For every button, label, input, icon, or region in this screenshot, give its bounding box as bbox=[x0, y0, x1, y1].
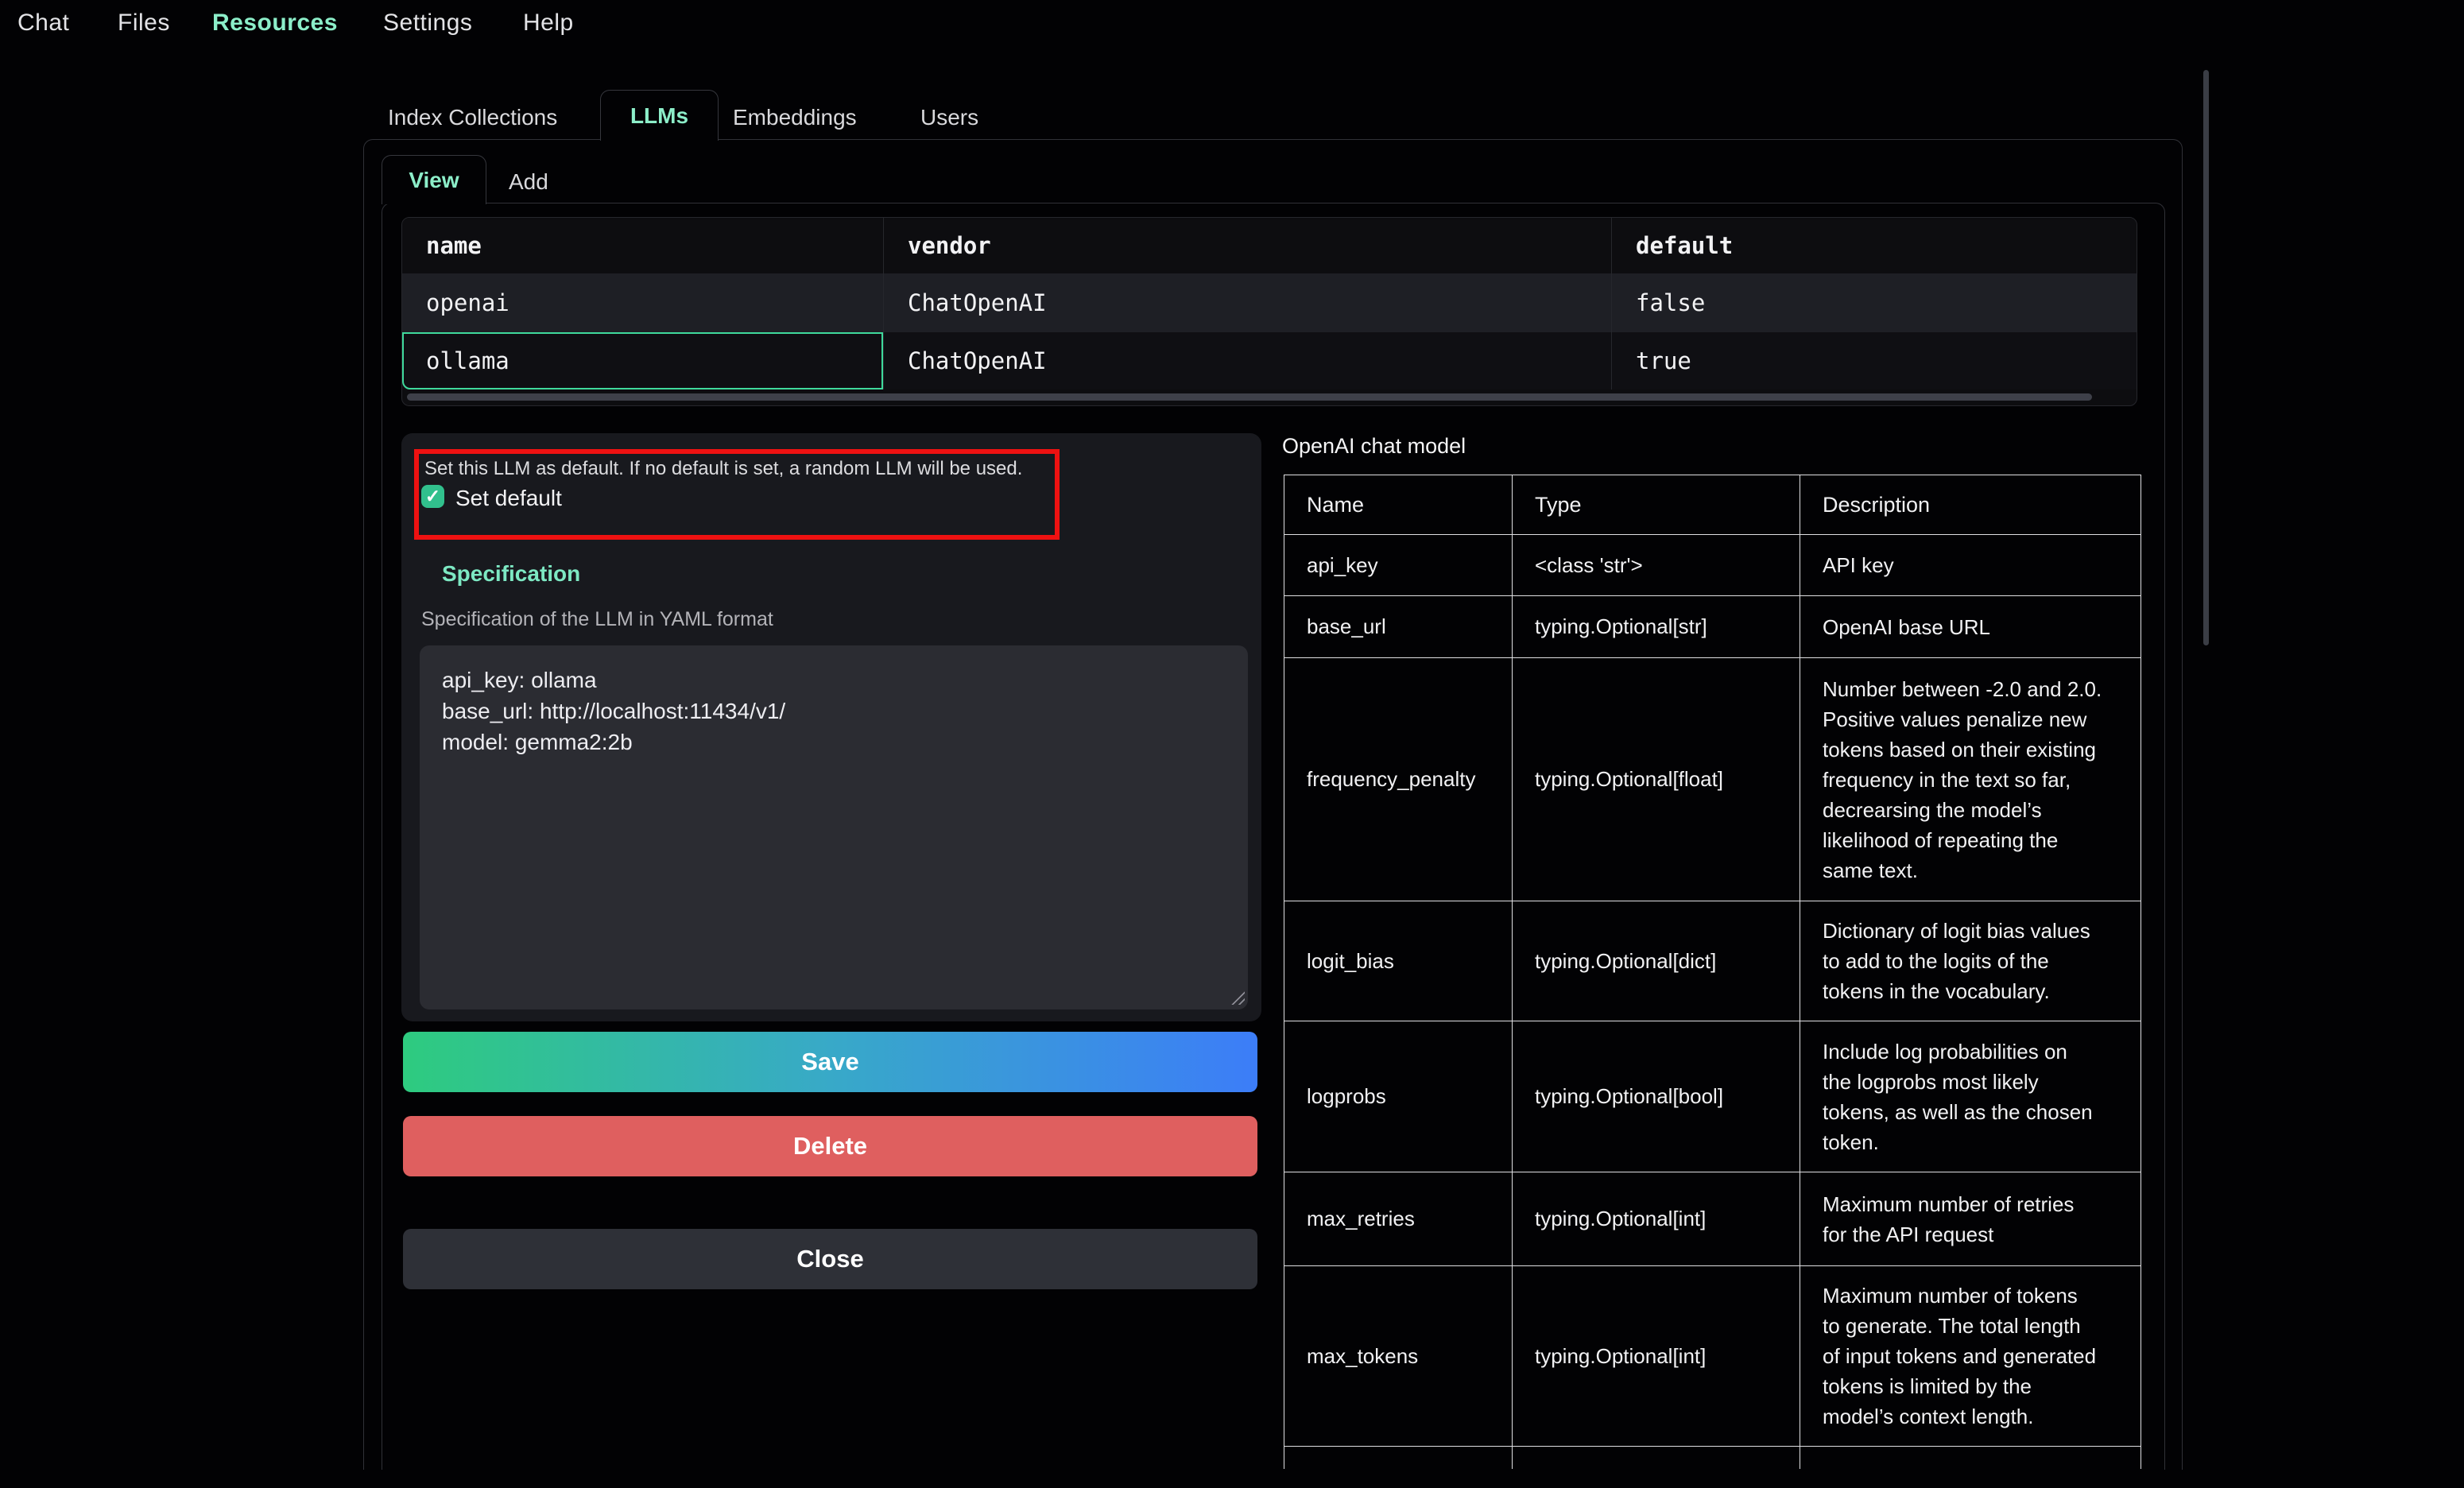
llm-col-name: name bbox=[402, 218, 883, 273]
table-row-selected[interactable]: ollama ChatOpenAI true bbox=[402, 332, 2137, 389]
table-row: logit_bias typing.Optional[dict] Diction… bbox=[1284, 901, 2141, 1021]
llm-list-table: name vendor default openai ChatOpenAI fa… bbox=[401, 217, 2137, 406]
schema-cell-type: typing.Optional[dict] bbox=[1513, 901, 1800, 1021]
cell-default-openai[interactable]: false bbox=[1611, 273, 2137, 332]
schema-cell-description: Number between -2.0 and 2.0. Positive va… bbox=[1800, 658, 2141, 901]
specification-heading: Specification bbox=[442, 561, 580, 587]
table-row: api_key <class 'str'> API key bbox=[1284, 535, 2141, 596]
tab-users[interactable]: Users bbox=[920, 105, 978, 130]
schema-cell-name: frequency_penalty bbox=[1284, 658, 1513, 901]
schema-cell-description: Dictionary of logit bias values to add t… bbox=[1800, 901, 2141, 1021]
schema-cell-type: typing.Optional[int] bbox=[1513, 1266, 1800, 1447]
cell-default-ollama[interactable]: true bbox=[1611, 332, 2137, 389]
schema-cell-type: typing.Optional[str] bbox=[1513, 596, 1800, 658]
table-row: frequency_penalty typing.Optional[float]… bbox=[1284, 658, 2141, 901]
schema-cell-name: logit_bias bbox=[1284, 901, 1513, 1021]
schema-table-container: Name Type Description api_key <class 'st… bbox=[1284, 475, 2142, 1469]
tab-embeddings[interactable]: Embeddings bbox=[733, 105, 857, 130]
schema-cell-type: typing.Optional[bool] bbox=[1513, 1021, 1800, 1172]
schema-cell-description: Include log probabilities on the logprob… bbox=[1800, 1021, 2141, 1172]
nav-item-files[interactable]: Files bbox=[118, 10, 170, 37]
cell-vendor-ollama[interactable]: ChatOpenAI bbox=[883, 332, 1611, 389]
schema-cell-description bbox=[1800, 1447, 2141, 1470]
schema-cell-type: typing.Optional[int] bbox=[1513, 1172, 1800, 1266]
schema-cell-name: max_tokens bbox=[1284, 1266, 1513, 1447]
schema-cell-description: OpenAI base URL bbox=[1800, 596, 2141, 658]
nav-item-resources[interactable]: Resources bbox=[212, 10, 338, 37]
schema-cell-description: API key bbox=[1800, 535, 2141, 596]
schema-col-name: Name bbox=[1284, 475, 1513, 535]
schema-cell-name: logprobs bbox=[1284, 1021, 1513, 1172]
specification-subheading: Specification of the LLM in YAML format bbox=[421, 608, 773, 631]
schema-panel-title: OpenAI chat model bbox=[1282, 434, 1466, 459]
table-row[interactable]: openai ChatOpenAI false bbox=[402, 273, 2137, 332]
schema-cell-type: typing.Optional[float] bbox=[1513, 658, 1800, 901]
schema-cell-description: Maximum number of tokens to generate. Th… bbox=[1800, 1266, 2141, 1447]
cell-name-ollama[interactable]: ollama bbox=[402, 332, 883, 389]
llm-table-header-row: name vendor default bbox=[402, 218, 2137, 273]
table-row: base_url typing.Optional[str] OpenAI bas… bbox=[1284, 596, 2141, 658]
schema-header-row: Name Type Description bbox=[1284, 475, 2141, 535]
checkmark-icon: ✓ bbox=[425, 487, 440, 506]
nav-item-settings[interactable]: Settings bbox=[383, 10, 472, 37]
set-default-checkbox[interactable]: ✓ bbox=[421, 485, 444, 508]
schema-cell-name: base_url bbox=[1284, 596, 1513, 658]
schema-cell-name: api_key bbox=[1284, 535, 1513, 596]
cell-vendor-openai[interactable]: ChatOpenAI bbox=[883, 273, 1611, 332]
delete-button[interactable]: Delete bbox=[403, 1116, 1257, 1176]
save-button[interactable]: Save bbox=[403, 1032, 1257, 1092]
schema-cell-type bbox=[1513, 1447, 1800, 1470]
schema-col-type: Type bbox=[1513, 475, 1800, 535]
schema-cell-type: <class 'str'> bbox=[1513, 535, 1800, 596]
horizontal-scrollbar[interactable] bbox=[407, 393, 2092, 401]
close-button[interactable]: Close bbox=[403, 1229, 1257, 1289]
vertical-scrollbar[interactable] bbox=[2203, 70, 2209, 645]
tab-llms[interactable]: LLMs bbox=[600, 90, 719, 141]
schema-cell-description: Maximum number of retries for the API re… bbox=[1800, 1172, 2141, 1266]
tab-index-collections[interactable]: Index Collections bbox=[388, 105, 557, 130]
schema-cell-name: max_retries bbox=[1284, 1172, 1513, 1266]
table-row: max_retries typing.Optional[int] Maximum… bbox=[1284, 1172, 2141, 1266]
subtab-add[interactable]: Add bbox=[509, 169, 548, 195]
schema-table: Name Type Description api_key <class 'st… bbox=[1284, 475, 2141, 1469]
table-row: max_tokens typing.Optional[int] Maximum … bbox=[1284, 1266, 2141, 1447]
yaml-spec-textarea[interactable]: api_key: ollama base_url: http://localho… bbox=[420, 645, 1248, 1009]
app-screen: Chat Files Resources Settings Help Index… bbox=[0, 0, 2464, 1488]
llm-col-vendor: vendor bbox=[883, 218, 1611, 273]
default-hint-text: Set this LLM as default. If no default i… bbox=[424, 458, 1022, 480]
set-default-label[interactable]: Set default bbox=[455, 486, 562, 511]
schema-cell-name bbox=[1284, 1447, 1513, 1470]
nav-item-chat[interactable]: Chat bbox=[17, 10, 69, 37]
llm-col-default: default bbox=[1611, 218, 2137, 273]
table-row-partial bbox=[1284, 1447, 2141, 1470]
cell-name-openai[interactable]: openai bbox=[402, 273, 883, 332]
schema-col-description: Description bbox=[1800, 475, 2141, 535]
subtab-view[interactable]: View bbox=[382, 155, 486, 204]
table-row: logprobs typing.Optional[bool] Include l… bbox=[1284, 1021, 2141, 1172]
nav-item-help[interactable]: Help bbox=[523, 10, 574, 37]
